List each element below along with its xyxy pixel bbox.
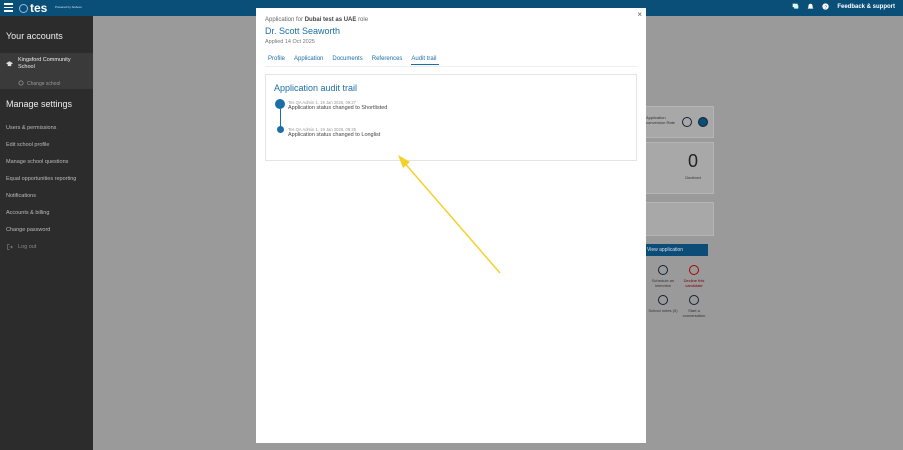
tab-audit-trail[interactable]: Audit trail [411, 56, 440, 65]
tab-references[interactable]: References [372, 56, 406, 65]
close-icon[interactable]: × [637, 10, 642, 19]
feedback-support-link[interactable]: Feedback & support [837, 4, 895, 10]
audit-trail-title: Application audit trail [274, 83, 358, 93]
audit-event-text: Application status changed to Shortliste… [288, 105, 388, 111]
menu-icon[interactable] [4, 3, 13, 12]
sidebar-item-users-permissions[interactable]: Users & permissions [6, 125, 56, 131]
svg-text:?: ? [825, 4, 828, 10]
tab-documents[interactable]: Documents [332, 56, 365, 65]
schedule-interview-label[interactable]: Schedule an interview [648, 278, 678, 288]
candidate-name: Dr. Scott Seaworth [265, 26, 341, 36]
timeline-dot [276, 126, 284, 133]
decline-candidate-label[interactable]: Decline this candidate [679, 278, 709, 288]
subtitle-prefix: Application for [265, 17, 304, 23]
conversation-icon[interactable] [689, 295, 699, 305]
chat-icon[interactable] [792, 3, 799, 10]
sidebar-item-change-password[interactable]: Change password [6, 227, 50, 233]
subtitle-suffix: role [358, 17, 369, 23]
logout-icon [7, 244, 13, 250]
settings-icon[interactable] [698, 117, 708, 127]
tab-application[interactable]: Application [294, 56, 326, 65]
change-school-link[interactable]: Change school [27, 81, 60, 87]
audit-event-text: Application status changed to Longlist [288, 132, 381, 138]
sidebar: Your accounts Kingsford Community School… [0, 16, 93, 450]
applied-date: Applied 14 Oct 2025 [265, 39, 315, 45]
sidebar-item-accounts-billing[interactable]: Accounts & billing [6, 210, 49, 216]
modal-tabs: Profile Application Documents References… [268, 56, 445, 65]
logo-text: tes [30, 1, 48, 15]
stat-card: 0 Declined [641, 142, 714, 194]
timeline-dot [275, 99, 285, 109]
sidebar-item-notifications[interactable]: Notifications [6, 193, 36, 199]
conversion-text: Application conversion Rate [646, 115, 675, 125]
view-application-button[interactable]: View application [641, 244, 708, 256]
share-icon[interactable] [682, 117, 692, 127]
calendar-icon[interactable] [658, 265, 668, 275]
graduation-cap-icon [6, 61, 13, 67]
powered-by-text: Powered by Sodexo [55, 5, 82, 9]
application-modal: × Application for Dubai test as UAE role… [256, 8, 646, 443]
tab-divider [265, 66, 637, 67]
school-name: Kingsford Community School [18, 57, 71, 70]
start-conversation-label[interactable]: Start a conversation [679, 308, 709, 318]
tes-logo[interactable]: tes [19, 1, 47, 15]
notes-icon[interactable] [658, 295, 668, 305]
topbar-actions: ? Feedback & support [792, 3, 895, 10]
application-role-subtitle: Application for Dubai test as UAE role [265, 17, 368, 23]
bell-icon[interactable] [807, 3, 814, 10]
sidebar-item-equal-opportunities[interactable]: Equal opportunities reporting [6, 176, 76, 182]
help-icon[interactable]: ? [822, 3, 829, 10]
sidebar-item-edit-school-profile[interactable]: Edit school profile [6, 142, 49, 148]
sidebar-item-log-out[interactable]: Log out [18, 244, 36, 250]
tab-profile[interactable]: Profile [268, 56, 288, 65]
sidebar-item-manage-school-questions[interactable]: Manage school questions [6, 159, 68, 165]
decline-icon[interactable] [689, 265, 699, 275]
blank-card [641, 202, 714, 236]
accounts-heading: Your accounts [6, 31, 63, 41]
audit-trail-panel: Application audit trail Tes QA Admin 1, … [265, 74, 637, 161]
declined-count: 0 [687, 151, 698, 171]
role-name: Dubai test as UAE [304, 17, 357, 23]
conversion-card: Application conversion Rate [641, 106, 714, 138]
declined-label: Declined [685, 175, 701, 180]
refresh-icon [18, 80, 24, 86]
school-notes-label[interactable]: School notes (0) [648, 308, 678, 313]
settings-heading: Manage settings [6, 99, 73, 109]
